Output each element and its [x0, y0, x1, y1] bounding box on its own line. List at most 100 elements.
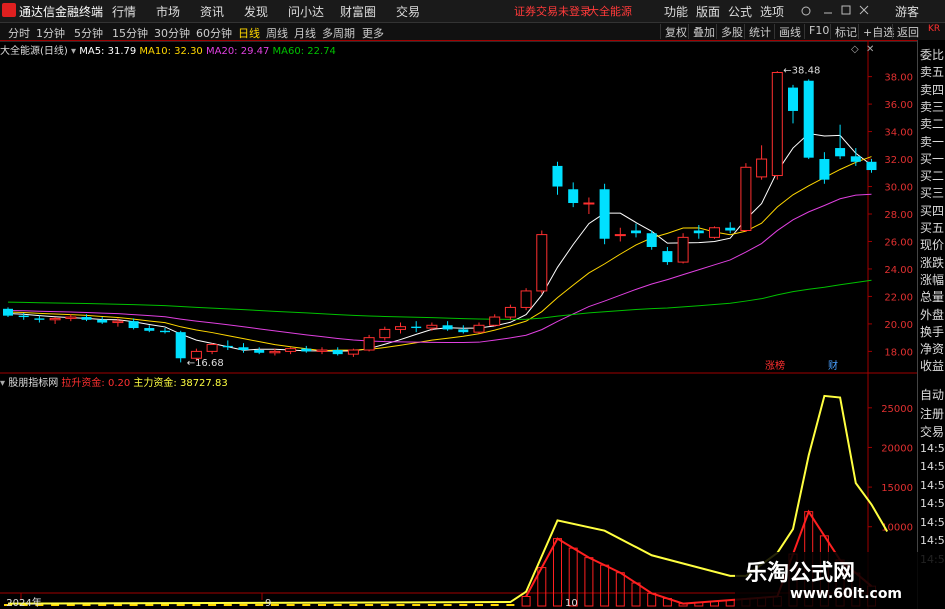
candle-body-down: [568, 189, 579, 204]
period-15min[interactable]: 15分钟: [112, 25, 148, 41]
side-field-label: 涨幅: [920, 272, 945, 287]
side-field-label: 卖二: [920, 117, 945, 132]
candle-body-up: [473, 324, 485, 333]
side-action-label[interactable]: 交易: [920, 423, 944, 440]
y-tick-label: 15000: [881, 483, 913, 494]
quote-side-panel: 委比 卖五 卖四 卖三 卖二 卖一 买一 买二 买三 买四 买五 现价 涨跌 涨幅 总量 外盘 换手 净资 收益 自…: [917, 40, 945, 609]
candle-body-up: [269, 350, 281, 354]
period-timeshare[interactable]: 分时: [8, 25, 30, 41]
fund-base-bar: [506, 604, 515, 606]
toolbar-back[interactable]: 返回: [892, 24, 919, 39]
y-tick-label: 20.00: [884, 320, 913, 331]
fund-bar: [600, 564, 610, 607]
period-60min[interactable]: 60分钟: [196, 25, 232, 41]
menu-wealth[interactable]: 财富圈: [340, 3, 376, 20]
y-tick-label: 30.00: [884, 183, 913, 194]
candle-body-down: [81, 317, 92, 320]
period-1min[interactable]: 1分钟: [36, 25, 65, 41]
candle-body-down: [332, 350, 343, 355]
high-price-label: ←38.48: [783, 66, 820, 77]
window-controls: [801, 5, 869, 16]
candle-body-up: [316, 349, 328, 352]
fund-base-bar: [192, 604, 201, 606]
finance-badge: 财: [828, 359, 838, 372]
toolbar-stats[interactable]: 统计: [744, 24, 771, 39]
tick-time-label: 14:56: [920, 478, 945, 492]
candle-body-down: [725, 227, 736, 231]
toolbar-add-fav[interactable]: +自选: [858, 24, 894, 39]
toolbar-overlay[interactable]: 叠加: [688, 24, 715, 39]
candle-body-up: [520, 290, 532, 308]
toolbar-mark[interactable]: 标记: [830, 24, 857, 39]
candle-body-down: [97, 319, 108, 323]
menu-news[interactable]: 资讯: [200, 3, 224, 20]
menu-ask[interactable]: 问小达: [288, 3, 324, 20]
candle-body-down: [254, 350, 265, 353]
side-action-label[interactable]: 注册: [920, 405, 944, 422]
tick-time-label: 14:56: [920, 497, 945, 510]
settings-icon: ◇: [851, 44, 859, 55]
fund-base-bar: [286, 604, 295, 606]
toolbar-draw[interactable]: 画线: [774, 24, 801, 39]
side-field-label: 卖四: [920, 82, 945, 97]
candle-body-down: [662, 251, 673, 263]
candle-body-up: [709, 227, 720, 238]
period-multi[interactable]: 多周期: [322, 25, 355, 41]
menu-market[interactable]: 市场: [156, 3, 180, 20]
limit-up-badge: 涨榜: [765, 359, 785, 372]
period-monthly[interactable]: 月线: [294, 25, 316, 41]
chart-area[interactable]: 38.00 36.00 34.00 32.00 30.00 28.00 26.00 24.00…: [0, 40, 917, 609]
period-daily[interactable]: 日线: [238, 25, 260, 41]
side-field-label: 卖三: [920, 99, 945, 114]
guest-label[interactable]: 游客: [895, 3, 919, 20]
candle-body-down: [442, 325, 453, 330]
y-tick-label: 28.00: [884, 210, 913, 221]
side-field-label: 卖五: [920, 65, 945, 80]
toolbar-multistock[interactable]: 多股: [716, 24, 743, 39]
fund-base-bar: [255, 604, 264, 606]
period-more[interactable]: 更多: [362, 25, 384, 41]
fund-base-bar: [490, 604, 499, 606]
candle-body-down: [788, 87, 798, 111]
toolbar-f10[interactable]: F10: [804, 24, 829, 39]
candle-body-down: [631, 230, 641, 234]
candle-body-down: [175, 332, 186, 359]
side-field-label: 涨跌: [920, 255, 945, 270]
fund-bar: [521, 595, 531, 607]
period-5min[interactable]: 5分钟: [74, 25, 103, 41]
fund-base-bar: [113, 604, 122, 606]
skin-icon: [801, 6, 811, 16]
menu-layout[interactable]: 版面: [696, 3, 720, 20]
menu-function[interactable]: 功能: [664, 3, 688, 20]
period-30min[interactable]: 30分钟: [154, 25, 190, 41]
title-bar: 通达信金融终端 行情 市场 资讯 发现 问小达 财富圈 交易 证券交易未登录 大…: [0, 0, 945, 23]
low-price-label: ←16.68: [187, 358, 224, 369]
menu-discover[interactable]: 发现: [244, 3, 268, 20]
candle-body-up: [206, 344, 218, 352]
candle-body-down: [222, 345, 233, 348]
side-action-label[interactable]: 自动: [920, 386, 944, 403]
candle-body-up: [614, 234, 626, 237]
candle-body-down: [803, 80, 814, 158]
tick-time-label: 14:56: [920, 515, 945, 529]
menu-options[interactable]: 选项: [760, 3, 784, 20]
candle-body-down: [3, 308, 13, 316]
watermark-banner: 乐淘公式网 www.60lt.com: [735, 552, 945, 609]
maximize-icon: [841, 5, 851, 15]
candle-body-down: [552, 165, 563, 187]
candle-body-up: [426, 324, 438, 329]
fund-bar: [553, 538, 562, 607]
y-tick-label: 26.00: [884, 237, 913, 248]
tick-time-label: 14:56: [920, 441, 945, 455]
menu-formula[interactable]: 公式: [728, 3, 752, 20]
login-notice[interactable]: 证券交易未登录: [514, 3, 591, 19]
menu-quotes[interactable]: 行情: [112, 3, 136, 20]
period-weekly[interactable]: 周线: [266, 25, 288, 41]
fund-base-bar: [270, 604, 279, 606]
fund-base-bar: [223, 604, 232, 606]
candle-body-down: [238, 347, 249, 351]
candle-body-down: [301, 348, 312, 352]
toolbar-adjust[interactable]: 复权: [660, 24, 687, 39]
menu-trade[interactable]: 交易: [396, 3, 420, 20]
candle-body-up: [112, 320, 124, 324]
